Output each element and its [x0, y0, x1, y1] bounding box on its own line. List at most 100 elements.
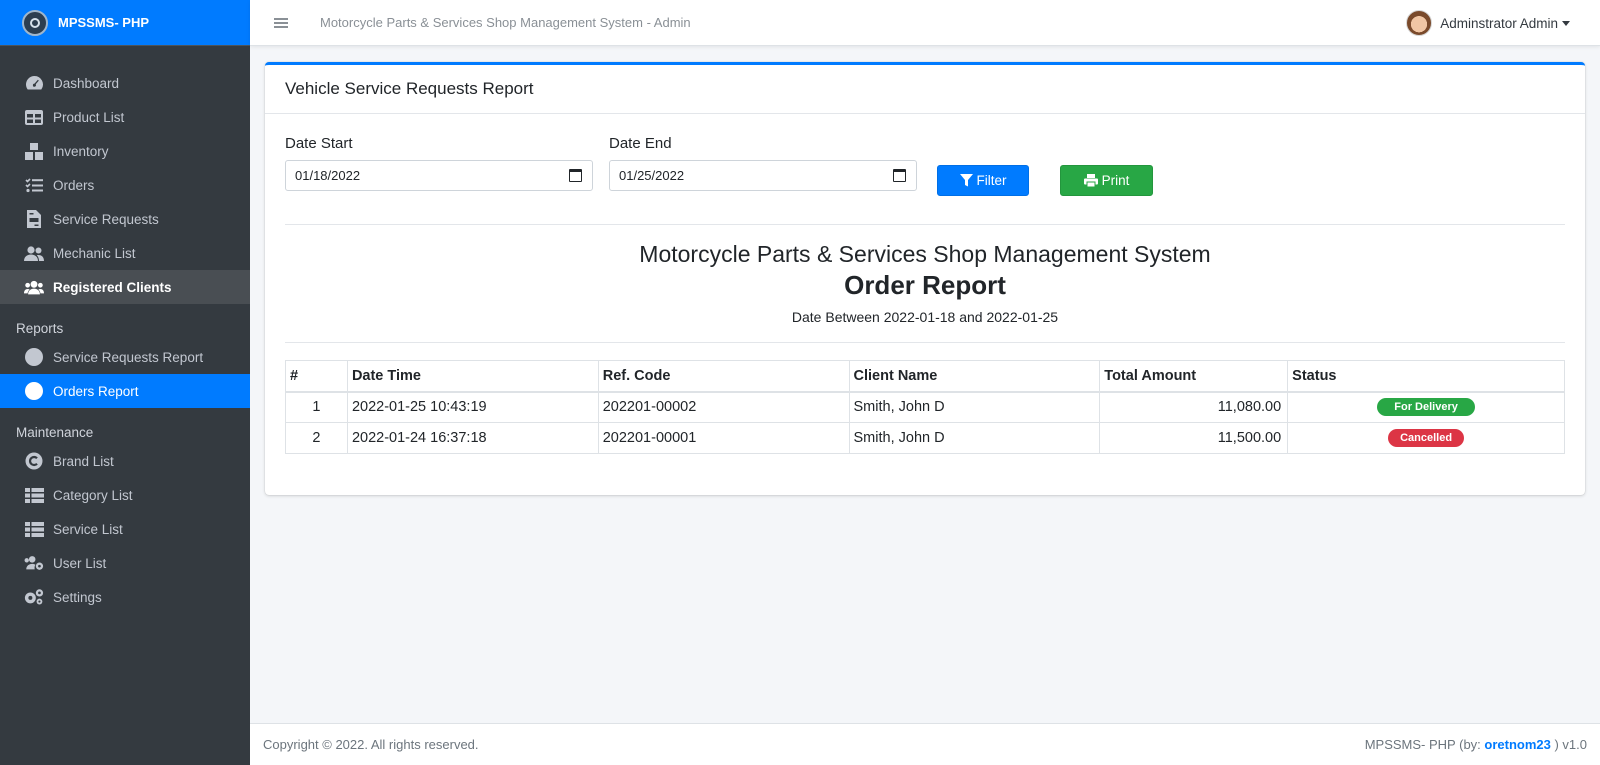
sidebar-item-user-list[interactable]: User List — [0, 546, 250, 580]
table-icon — [24, 107, 44, 127]
nav-header-reports: Reports — [16, 321, 64, 336]
sidebar-item-service-list[interactable]: Service List — [0, 512, 250, 546]
sidebar-item-label: Service Requests Report — [53, 349, 204, 365]
sidebar-item-dashboard[interactable]: Dashboard — [0, 66, 250, 100]
author-link[interactable]: oretnom23 — [1484, 737, 1550, 752]
caret-down-icon — [1562, 20, 1570, 26]
cogs-icon — [24, 587, 44, 607]
column-header: Status — [1287, 360, 1565, 393]
list-icon — [24, 485, 44, 505]
sidebar-item-label: User List — [53, 555, 107, 571]
date-end-input[interactable]: 01/25/2022 — [609, 160, 917, 191]
topbar: Motorcycle Parts & Services Shop Managem… — [250, 0, 1600, 46]
report-system-name: Motorcycle Parts & Services Shop Managem… — [639, 241, 1211, 267]
orders-table: # Date Time Ref. Code Client Name Total … — [285, 360, 1565, 454]
sidebar-item-orders[interactable]: Orders — [0, 168, 250, 202]
footer: Copyright © 2022. All rights reserved. M… — [250, 723, 1600, 765]
date-end-field: Date End 01/25/2022 — [609, 135, 917, 191]
report-heading: Motorcycle Parts & Services Shop Managem… — [285, 240, 1565, 328]
app-title: Motorcycle Parts & Services Shop Managem… — [320, 15, 691, 30]
filter-button-label: Filter — [976, 173, 1007, 188]
brand-logo-icon — [22, 9, 48, 36]
row-client-name: Smith, John D — [848, 391, 1101, 423]
status-badge: Cancelled — [1388, 429, 1465, 447]
user-menu[interactable]: Adminstrator Admin — [1406, 10, 1570, 36]
sidebar-item-settings[interactable]: Settings — [0, 580, 250, 614]
date-start-label: Date Start — [285, 135, 353, 152]
table-header-row: # Date Time Ref. Code Client Name Total … — [285, 360, 1565, 393]
sidebar-item-mechanic-list[interactable]: Mechanic List — [0, 236, 250, 270]
sidebar-item-service-requests[interactable]: Service Requests — [0, 202, 250, 236]
menu-toggle-icon[interactable] — [274, 16, 288, 30]
row-datetime: 2022-01-24 16:37:18 — [346, 422, 599, 454]
row-number: 1 — [285, 391, 348, 423]
date-start-input[interactable]: 01/18/2022 — [285, 160, 593, 191]
report-card: Vehicle Service Requests Report Date Sta… — [265, 62, 1585, 495]
print-button[interactable]: Print — [1060, 165, 1153, 196]
footer-credit: MPSSMS- PHP (by: oretnom23 ) v1.0 — [1365, 737, 1587, 752]
column-header: Ref. Code — [597, 360, 850, 393]
print-icon — [1083, 174, 1098, 187]
row-total-amount: 11,080.00 — [1099, 391, 1289, 423]
divider — [285, 224, 1565, 225]
sidebar-item-label: Service List — [53, 521, 123, 537]
calendar-icon[interactable] — [893, 169, 906, 182]
sidebar: MPSSMS- PHP Dashboard Product List Inven… — [0, 0, 250, 765]
date-start-field: Date Start 01/18/2022 — [285, 135, 593, 191]
row-client-name: Smith, John D — [848, 422, 1101, 454]
copyright-icon — [24, 451, 44, 471]
sidebar-item-category-list[interactable]: Category List — [0, 478, 250, 512]
column-header: Date Time — [346, 360, 599, 393]
boxes-icon — [24, 141, 44, 161]
brand-link[interactable]: MPSSMS- PHP — [0, 0, 250, 46]
calendar-icon[interactable] — [569, 169, 582, 182]
sidebar-item-registered-clients[interactable]: Registered Clients — [0, 270, 250, 304]
row-ref-code: 202201-00002 — [597, 391, 850, 423]
sidebar-item-brand-list[interactable]: Brand List — [0, 444, 250, 478]
row-status: Cancelled — [1287, 422, 1565, 454]
sidebar-item-label: Service Requests — [53, 211, 159, 227]
sidebar-item-inventory[interactable]: Inventory — [0, 134, 250, 168]
sidebar-item-service-requests-report[interactable]: Service Requests Report — [0, 340, 250, 374]
file-invoice-icon — [24, 209, 44, 229]
sidebar-item-label: Orders — [53, 177, 95, 193]
brand-name: MPSSMS- PHP — [58, 15, 150, 30]
nav-header-maintenance: Maintenance — [16, 425, 94, 440]
sidebar-item-orders-report[interactable]: Orders Report — [0, 374, 250, 408]
filter-button[interactable]: Filter — [937, 165, 1029, 196]
row-ref-code: 202201-00001 — [597, 422, 850, 454]
list-icon — [24, 519, 44, 539]
row-datetime: 2022-01-25 10:43:19 — [346, 391, 599, 423]
sidebar-item-label: Settings — [53, 589, 102, 605]
sidebar-item-label: Registered Clients — [53, 279, 172, 295]
users-cog-icon — [24, 553, 44, 573]
print-button-label: Print — [1101, 173, 1130, 188]
date-end-value: 01/25/2022 — [619, 168, 685, 183]
footer-credit-suffix: ) v1.0 — [1550, 737, 1587, 752]
report-date-range: Date Between 2022-01-18 and 2022-01-25 — [791, 309, 1059, 325]
table-row: 2 2022-01-24 16:37:18 202201-00001 Smith… — [285, 422, 1565, 454]
status-badge: For Delivery — [1377, 398, 1475, 417]
sidebar-item-label: Orders Report — [53, 383, 139, 399]
sidebar-item-label: Brand List — [53, 453, 114, 469]
date-start-value: 01/18/2022 — [295, 168, 361, 183]
sidebar-item-label: Dashboard — [53, 75, 120, 91]
date-end-label: Date End — [609, 135, 672, 152]
column-header: # — [285, 360, 348, 393]
sidebar-item-product-list[interactable]: Product List — [0, 100, 250, 134]
report-title: Order Report — [844, 270, 1006, 300]
sidebar-item-label: Mechanic List — [53, 245, 136, 261]
sidebar-item-label: Product List — [53, 109, 125, 125]
avatar — [1406, 10, 1433, 36]
row-total-amount: 11,500.00 — [1099, 422, 1289, 454]
users-icon — [24, 243, 44, 263]
divider — [285, 342, 1565, 343]
filter-icon — [959, 174, 973, 187]
dashboard-icon — [24, 73, 44, 93]
sidebar-nav: Dashboard Product List Inventory Orders … — [0, 46, 250, 614]
column-header: Total Amount — [1099, 360, 1289, 393]
table-row: 1 2022-01-25 10:43:19 202201-00002 Smith… — [285, 391, 1565, 423]
column-header: Client Name — [848, 360, 1101, 393]
circle-icon — [24, 347, 44, 367]
row-number: 2 — [285, 422, 348, 454]
